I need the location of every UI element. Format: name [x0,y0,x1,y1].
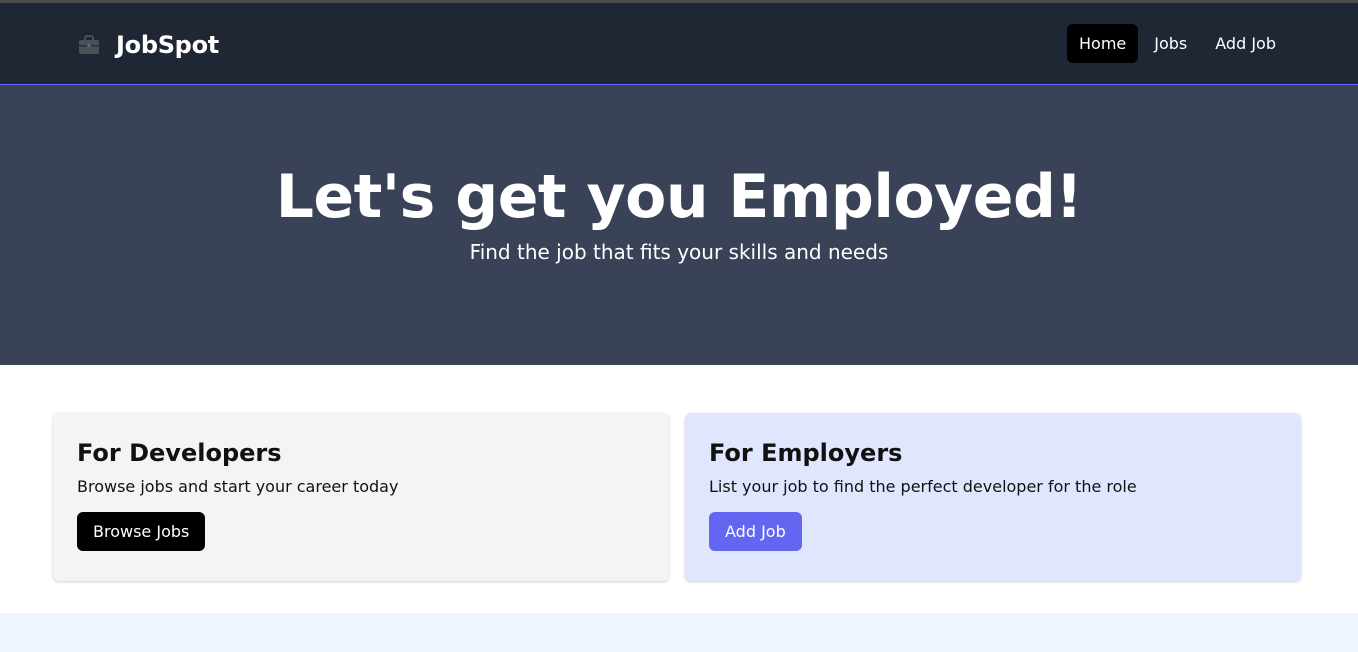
briefcase-icon [79,35,99,54]
jobs-section-top [0,613,1358,652]
nav-link-add-job[interactable]: Add Job [1203,24,1288,63]
nav-link-home[interactable]: Home [1067,24,1139,63]
hero-title: Let's get you Employed! [275,162,1083,232]
developers-card: For Developers Browse jobs and start you… [53,413,669,581]
add-job-button[interactable]: Add Job [709,512,802,551]
brand-logo[interactable]: JobSpot [77,31,219,59]
hero-section: Let's get you Employed! Find the job tha… [0,85,1358,365]
employers-card-title: For Employers [709,439,903,467]
nav-links: Home Jobs Add Job [1063,24,1288,63]
employers-card: For Employers List your job to find the … [685,413,1301,581]
developers-card-title: For Developers [77,439,282,467]
navbar: JobSpot Home Jobs Add Job [0,3,1358,85]
employers-card-text: List your job to find the perfect develo… [709,477,1137,496]
hero-subtitle: Find the job that fits your skills and n… [469,240,889,264]
cards-section: For Developers Browse jobs and start you… [0,365,1358,613]
brand-name: JobSpot [116,31,219,59]
developers-card-text: Browse jobs and start your career today [77,477,399,496]
nav-link-jobs[interactable]: Jobs [1142,24,1199,63]
browse-jobs-button[interactable]: Browse Jobs [77,512,206,551]
